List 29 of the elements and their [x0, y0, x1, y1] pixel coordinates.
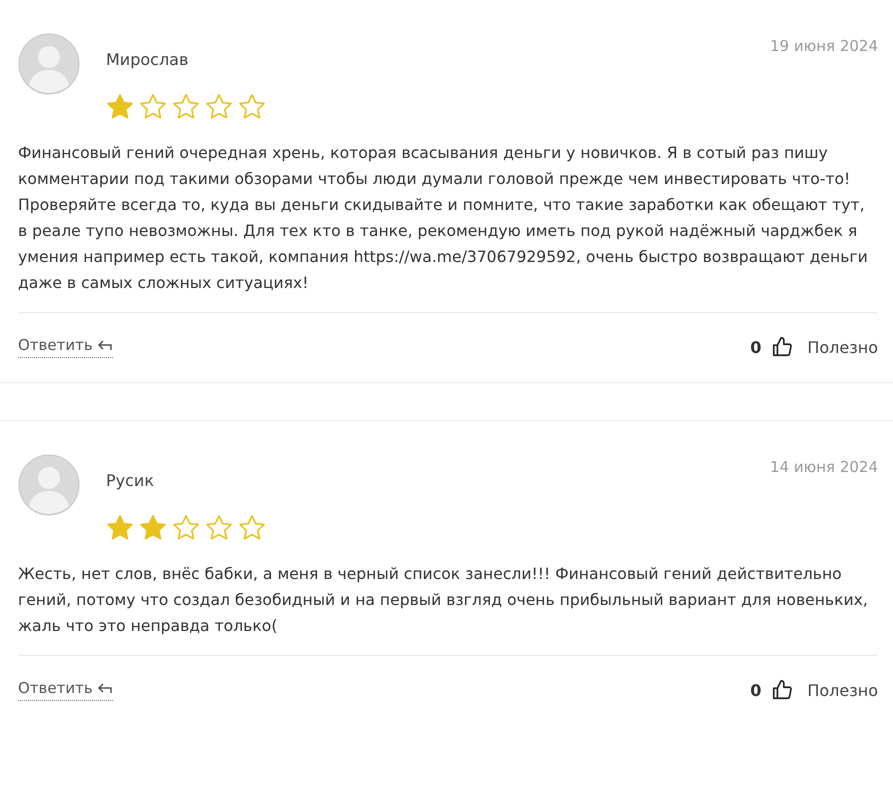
reply-arrow-icon [96, 681, 113, 695]
avatar [18, 454, 80, 516]
review-text: Финансовый гений очередная хрень, которая всасывания деньги у новичков. Я в сотый раз пишу комментарии под такими обзорами чтобы люди думали головой прежде чем инвестировать что-то! Проверяйте всегда то, куда вы деньги скидывайте и помните, что такие заработки как обещают тут, в реале тупо невозможны. Для тех кто в танке, рекомендую иметь под рукой надёжный чарджбек я умения например есть такой, компания https://wa.me/37067929592, очень быстро возвращают деньги даже в самых сложных ситуациях! [18, 143, 869, 294]
like-count: 0 [750, 338, 762, 356]
empty-star-icon [205, 93, 233, 120]
author-name: Русик [106, 471, 155, 490]
like-count: 0 [750, 680, 762, 700]
thumbs-up-icon[interactable] [771, 679, 794, 701]
empty-star-icon [172, 93, 200, 120]
review-date: 19 июня 2024 [770, 37, 878, 55]
review-text: Жесть, нет слов, внёс бабки, а меня в черный список занесли!!! Финансовый гений действительно гений, потому что создал безобидный и на первый взгляд очень прибыльный вариант для новеньких, жаль что это неправда только( [18, 564, 869, 637]
filled-star-icon [106, 93, 134, 120]
link[interactable]: https://wa.me/37067929592 [354, 248, 576, 266]
empty-star-icon [172, 514, 200, 541]
review-date: 14 июня 2024 [770, 458, 878, 476]
thumbs-up-icon[interactable] [771, 336, 794, 358]
empty-star-icon [139, 93, 167, 120]
empty-star-icon [238, 93, 266, 120]
reply-link[interactable]: Ответить [18, 679, 113, 701]
reply-arrow-icon [96, 338, 113, 352]
author-name: Мирослав [106, 50, 190, 69]
filled-star-icon [106, 514, 134, 541]
empty-star-icon [205, 514, 233, 541]
empty-star-icon [238, 514, 266, 541]
avatar [18, 33, 80, 95]
helpful-label[interactable]: Полезно [807, 338, 878, 356]
reply-link[interactable]: Ответить [18, 336, 113, 358]
filled-star-icon [139, 514, 167, 541]
helpful-label[interactable]: Полезно [807, 680, 878, 700]
